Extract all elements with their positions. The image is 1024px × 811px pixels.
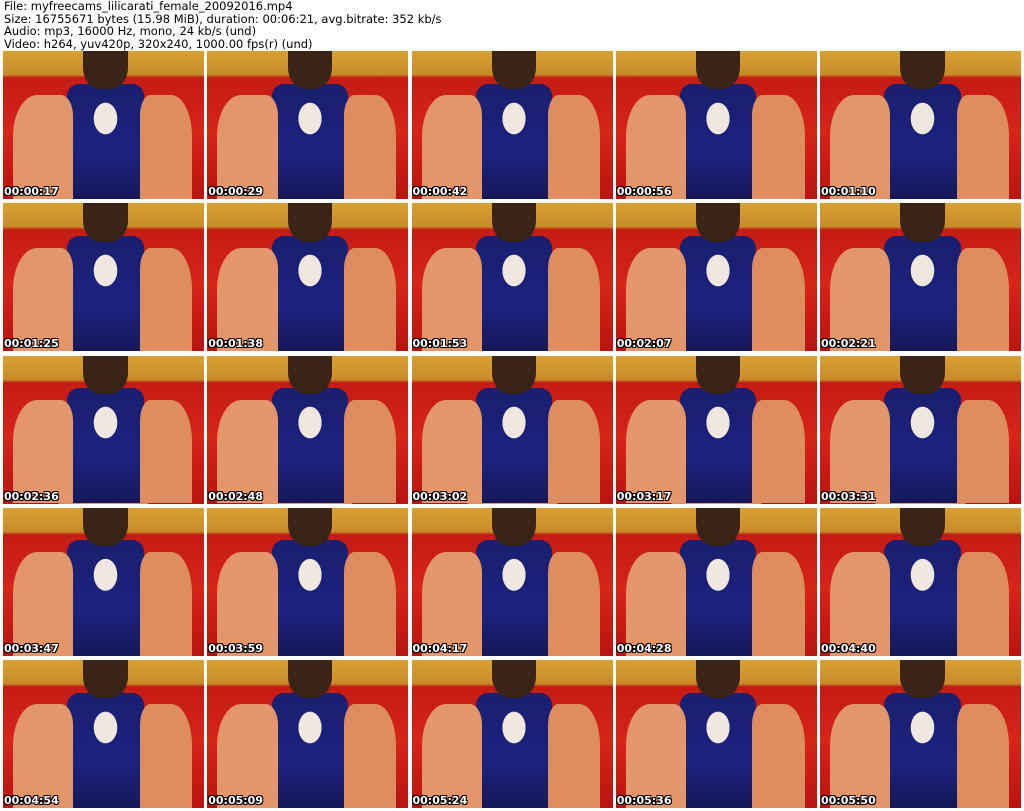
video-thumbnail: 00:01:53 bbox=[411, 203, 613, 352]
video-thumbnail: 00:05:50 bbox=[820, 660, 1021, 808]
thumbnail-timestamp: 00:02:48 bbox=[208, 489, 263, 503]
video-thumbnail: 00:03:47 bbox=[3, 507, 204, 656]
audio-info-line: Audio: mp3, 16000 Hz, mono, 24 kb/s (und… bbox=[4, 24, 257, 38]
video-thumbnail: 00:03:59 bbox=[207, 507, 409, 656]
video-thumbnail: 00:05:09 bbox=[207, 660, 409, 808]
video-thumbnail: 00:00:42 bbox=[411, 51, 613, 199]
video-thumbnail: 00:02:48 bbox=[207, 355, 409, 504]
thumbnail-timestamp: 00:00:56 bbox=[616, 185, 672, 198]
thumbnail-timestamp: 00:03:59 bbox=[208, 641, 263, 655]
thumbnail-timestamp: 00:01:10 bbox=[821, 185, 876, 198]
thumbnail-timestamp: 00:03:17 bbox=[616, 489, 672, 503]
video-info-line: Video: h264, yuv420p, 320x240, 1000.00 f… bbox=[4, 36, 313, 51]
thumbnail-timestamp: 00:02:07 bbox=[616, 337, 672, 351]
thumbnail-timestamp: 00:00:17 bbox=[4, 185, 59, 198]
thumbnail-timestamp: 00:02:21 bbox=[821, 337, 876, 351]
file-info-header: File: myfreecams_lilicarati_female_20092… bbox=[4, 0, 1020, 50]
video-thumbnail: 00:02:07 bbox=[615, 203, 817, 352]
video-thumbnail: 00:04:17 bbox=[411, 507, 613, 656]
file-name-line: File: myfreecams_lilicarati_female_20092… bbox=[4, 0, 293, 13]
video-thumbnail: 00:02:36 bbox=[3, 355, 204, 504]
thumbnail-timestamp: 00:03:47 bbox=[4, 641, 59, 655]
thumbnail-timestamp: 00:00:42 bbox=[412, 185, 468, 198]
thumbnail-timestamp: 00:04:28 bbox=[616, 641, 672, 655]
thumbnail-timestamp: 00:05:50 bbox=[821, 794, 876, 807]
video-thumbnail: 00:00:17 bbox=[3, 51, 204, 199]
thumbnail-timestamp: 00:00:29 bbox=[208, 185, 263, 198]
thumbnail-timestamp: 00:03:02 bbox=[412, 489, 468, 503]
video-thumbnail: 00:02:21 bbox=[820, 203, 1021, 352]
video-thumbnail: 00:04:54 bbox=[3, 660, 204, 808]
video-thumbnail: 00:04:40 bbox=[820, 507, 1021, 656]
video-thumbnail: 00:04:28 bbox=[615, 507, 817, 656]
thumbnail-grid: 00:00:17 00:00:29 00:00:42 00:00:56 00:0… bbox=[3, 51, 1021, 809]
thumbnail-timestamp: 00:05:09 bbox=[208, 794, 263, 807]
video-thumbnail: 00:01:10 bbox=[820, 51, 1021, 199]
thumbnail-timestamp: 00:04:40 bbox=[821, 641, 876, 655]
video-thumbnail: 00:01:38 bbox=[207, 203, 409, 352]
video-thumbnail: 00:01:25 bbox=[3, 203, 204, 352]
thumbnail-timestamp: 00:02:36 bbox=[4, 489, 59, 503]
thumbnail-timestamp: 00:03:31 bbox=[821, 489, 876, 503]
video-thumbnail: 00:00:56 bbox=[615, 51, 817, 199]
video-thumbnail: 00:05:36 bbox=[615, 660, 817, 808]
video-thumbnail: 00:00:29 bbox=[207, 51, 409, 199]
thumbnail-timestamp: 00:04:54 bbox=[4, 794, 59, 807]
thumbnail-timestamp: 00:01:38 bbox=[208, 337, 263, 351]
video-thumbnail: 00:05:24 bbox=[411, 660, 613, 808]
thumbnail-timestamp: 00:01:53 bbox=[412, 337, 468, 351]
thumbnail-timestamp: 00:05:36 bbox=[616, 794, 672, 807]
thumbnail-timestamp: 00:05:24 bbox=[412, 794, 468, 807]
video-thumbnail: 00:03:31 bbox=[820, 355, 1021, 504]
thumbnail-timestamp: 00:04:17 bbox=[412, 641, 468, 655]
video-thumbnail: 00:03:17 bbox=[615, 355, 817, 504]
thumbnail-timestamp: 00:01:25 bbox=[4, 337, 59, 351]
video-thumbnail: 00:03:02 bbox=[411, 355, 613, 504]
